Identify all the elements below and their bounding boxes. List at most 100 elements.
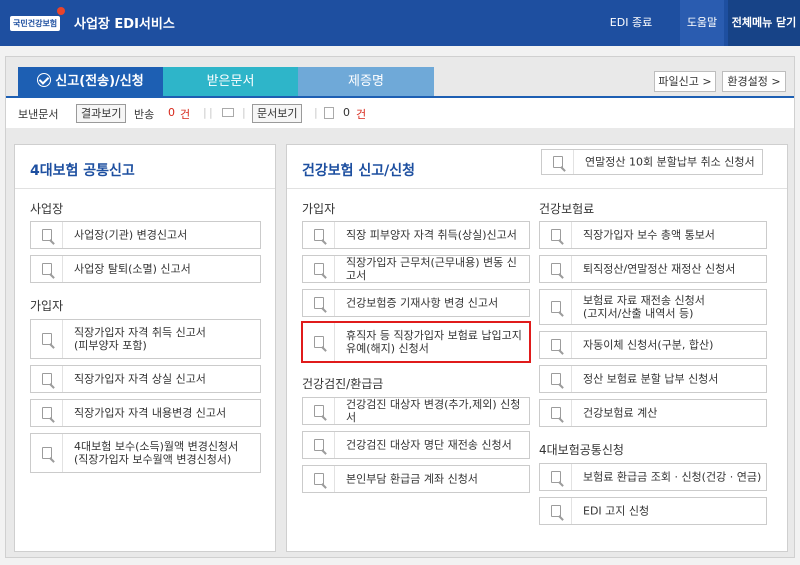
- status-row: 보낸문서 결과보기 반송 0 건 | | | 문서보기 | 0 건: [6, 96, 794, 128]
- list-item[interactable]: 4대보험 보수(소득)월액 변경신청서 (직장가입자 보수월액 변경신청서): [30, 433, 261, 473]
- document-icon: [314, 336, 324, 348]
- item-label: 건강보험증 기재사항 변경 신고서: [346, 296, 499, 310]
- content-area: 신고(전송)/신청 받은문서 제증명 파일신고 > 환경설정 > 보낸문서 결과…: [0, 46, 800, 565]
- document-icon: [551, 263, 561, 275]
- document-icon: [553, 156, 563, 168]
- document-icon: [314, 405, 324, 417]
- list-item[interactable]: 직장 피부양자 자격 취득(상실)신고서: [302, 221, 530, 249]
- section-title: 건강검진/환급금: [302, 377, 384, 391]
- list-item[interactable]: 본인부담 환급금 계좌 신청서: [302, 465, 530, 493]
- item-label: 사업장 탈퇴(소멸) 신고서: [74, 262, 191, 276]
- document-icon: [42, 333, 52, 345]
- item-label: 건강검진 대상자 명단 재전송 신청서: [346, 438, 512, 452]
- list-item[interactable]: 건강검진 대상자 변경(추가,제외) 신청서: [302, 397, 530, 425]
- health-insurance-column: 건강보험 신고/신청 가입자 직장 피부양자 자격 취득(상실)신고서 직장가입…: [286, 144, 788, 552]
- view-result-button[interactable]: 결과보기: [76, 104, 127, 123]
- year-end-installment-cancel-item[interactable]: 연말정산 10회 분할납부 취소 신청서: [541, 149, 763, 175]
- tab-report-send[interactable]: 신고(전송)/신청: [18, 67, 163, 96]
- top-header: 국민건강보험 사업장 EDI서비스 EDI 종료 도움말 전체메뉴 닫기: [0, 0, 800, 46]
- view-doc-button[interactable]: 문서보기: [252, 104, 303, 123]
- divider: [15, 188, 275, 189]
- list-item[interactable]: 직장가입자 자격 상실 신고서: [30, 365, 261, 393]
- section-title: 4대보험공통신청: [539, 443, 624, 457]
- document-icon: [551, 373, 561, 385]
- divider: |: [314, 106, 318, 119]
- returned-label: 반송: [134, 108, 155, 121]
- list-item[interactable]: 직장가입자 자격 내용변경 신고서: [30, 399, 261, 427]
- nhis-logo[interactable]: 국민건강보험: [10, 7, 66, 34]
- item-label: 직장가입자 자격 상실 신고서: [74, 372, 206, 386]
- document-icon: [314, 263, 324, 275]
- item-label: 사업장(기관) 변경신고서: [74, 228, 188, 242]
- document-icon: [551, 505, 561, 517]
- document-icon: [314, 229, 324, 241]
- document-icon: [551, 301, 561, 313]
- list-item[interactable]: 정산 보험료 분할 납부 신청서: [539, 365, 767, 393]
- document-icon: [314, 297, 324, 309]
- list-item[interactable]: 직장가입자 보수 총액 통보서: [539, 221, 767, 249]
- item-label: 정산 보험료 분할 납부 신청서: [583, 372, 719, 386]
- tab-label: 신고(전송)/신청: [55, 74, 144, 89]
- item-label: 직장가입자 근무처(근무내용) 변동 신고서: [346, 256, 517, 282]
- item-label: 연말정산 10회 분할납부 취소 신청서: [585, 155, 755, 169]
- list-item[interactable]: 사업장(기관) 변경신고서: [30, 221, 261, 249]
- returned-unit: 건: [180, 108, 191, 121]
- item-label: 4대보험 보수(소득)월액 변경신청서 (직장가입자 보수월액 변경신청서): [74, 440, 239, 466]
- list-item[interactable]: 건강보험증 기재사항 변경 신고서: [302, 289, 530, 317]
- tab-certificates[interactable]: 제증명: [298, 67, 434, 96]
- item-label: 건강검진 대상자 변경(추가,제외) 신청서: [346, 398, 521, 424]
- item-label: 건강보험료 계산: [583, 406, 658, 420]
- item-label: 직장가입자 보수 총액 통보서: [583, 228, 715, 242]
- list-item[interactable]: 건강보험료 계산: [539, 399, 767, 427]
- column-title: 4대보험 공통신고: [30, 163, 135, 179]
- list-item[interactable]: EDI 고지 신청: [539, 497, 767, 525]
- list-item[interactable]: 자동이체 신청서(구분, 합산): [539, 331, 767, 359]
- document-icon: [42, 373, 52, 385]
- env-settings-button[interactable]: 환경설정 >: [722, 71, 786, 92]
- close-all-menu-button[interactable]: 전체메뉴 닫기: [728, 0, 800, 46]
- divider: |: [242, 106, 246, 119]
- column-title: 건강보험 신고/신청: [302, 163, 416, 179]
- item-label: 보험료 자료 재전송 신청서 (고지서/산출 내역서 등): [583, 294, 705, 320]
- item-label: 자동이체 신청서(구분, 합산): [583, 338, 714, 352]
- section-title: 건강보험료: [539, 202, 595, 216]
- logo-dot-icon: [57, 7, 66, 15]
- document-icon: [551, 339, 561, 351]
- document-icon: [314, 473, 324, 485]
- item-label: 직장 피부양자 자격 취득(상실)신고서: [346, 228, 517, 242]
- document-icon: [42, 447, 52, 459]
- common-report-column: 4대보험 공통신고 사업장 사업장(기관) 변경신고서 사업장 탈퇴(소멸) 신…: [14, 144, 276, 552]
- main-panel: 신고(전송)/신청 받은문서 제증명 파일신고 > 환경설정 > 보낸문서 결과…: [5, 56, 795, 558]
- envelope-icon[interactable]: [222, 108, 234, 117]
- list-item[interactable]: 보험료 자료 재전송 신청서 (고지서/산출 내역서 등): [539, 289, 767, 325]
- section-title: 가입자: [30, 299, 64, 313]
- list-item[interactable]: 건강검진 대상자 명단 재전송 신청서: [302, 431, 530, 459]
- list-item[interactable]: 보험료 환급금 조회 · 신청(건강 · 연금): [539, 463, 767, 491]
- tab-received-docs[interactable]: 받은문서: [163, 67, 298, 96]
- list-item[interactable]: 직장가입자 근무처(근무내용) 변동 신고서: [302, 255, 530, 283]
- help-button[interactable]: 도움말: [680, 0, 724, 46]
- list-item[interactable]: 사업장 탈퇴(소멸) 신고서: [30, 255, 261, 283]
- divider: |: [203, 106, 207, 119]
- doc-count: 0: [343, 106, 350, 119]
- edi-exit-button[interactable]: EDI 종료: [600, 0, 662, 46]
- section-title: 사업장: [30, 202, 64, 216]
- item-label: 직장가입자 자격 내용변경 신고서: [74, 406, 227, 420]
- document-icon: [324, 107, 334, 119]
- divider: [287, 188, 787, 189]
- list-item[interactable]: 퇴직정산/연말정산 재정산 신청서: [539, 255, 767, 283]
- file-report-button[interactable]: 파일신고 >: [654, 71, 716, 92]
- divider: |: [209, 106, 213, 119]
- document-icon: [42, 263, 52, 275]
- list-item-highlighted[interactable]: 휴직자 등 직장가입자 보험료 납입고지 유예(해지) 신청서: [301, 321, 531, 363]
- item-label: 휴직자 등 직장가입자 보험료 납입고지 유예(해지) 신청서: [346, 329, 522, 355]
- document-icon: [551, 407, 561, 419]
- item-label: 보험료 환급금 조회 · 신청(건강 · 연금): [583, 470, 762, 484]
- item-label: 직장가입자 자격 취득 신고서 (피부양자 포함): [74, 326, 206, 352]
- document-icon: [314, 439, 324, 451]
- section-title: 가입자: [302, 202, 336, 216]
- check-circle-icon: [37, 73, 52, 87]
- list-item[interactable]: 직장가입자 자격 취득 신고서 (피부양자 포함): [30, 319, 261, 359]
- item-label: EDI 고지 신청: [583, 504, 650, 518]
- document-icon: [42, 229, 52, 241]
